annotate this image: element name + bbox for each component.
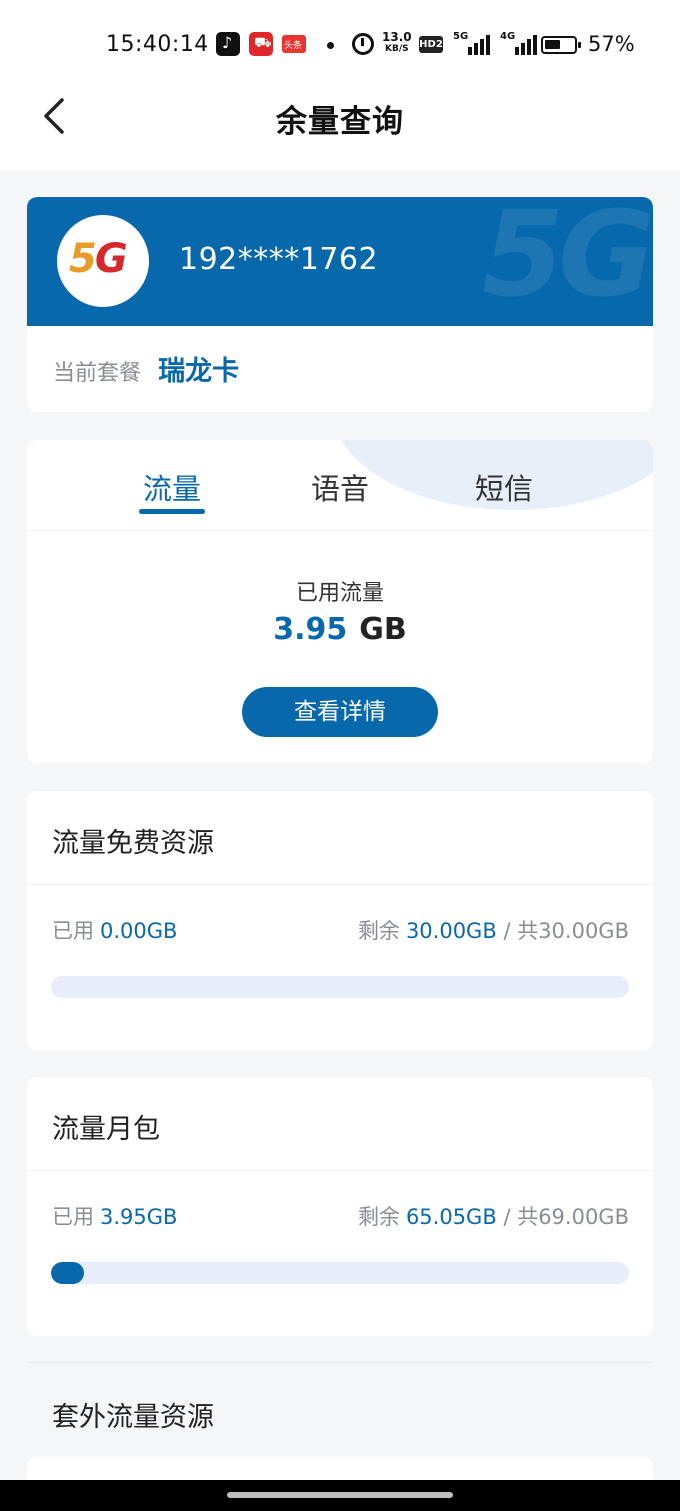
network-speed-unit: KB/S: [385, 44, 409, 54]
tab-sms[interactable]: 短信: [454, 466, 554, 508]
plan-name: 瑞龙卡: [158, 356, 240, 387]
plan-label: 当前套餐: [53, 361, 142, 386]
view-details-button[interactable]: 查看详情: [242, 687, 438, 737]
active-tab-indicator: [139, 509, 205, 514]
total-value: / 共69.00GB: [503, 1205, 629, 1229]
news-badge-text: 头条: [284, 41, 303, 51]
divider: [27, 884, 653, 885]
extra-data-section-title: 套外流量资源: [52, 1402, 214, 1433]
tab-voice[interactable]: 语音: [290, 466, 390, 508]
resource-remaining: 剩余 65.05GB / 共69.00GB: [358, 1201, 629, 1231]
5g-logo-icon: 5G: [57, 215, 149, 307]
logo-letter: G: [94, 236, 128, 282]
battery-icon: [541, 36, 581, 54]
used-data-value: 3.95 GB: [27, 612, 653, 647]
logo-digit: 5: [69, 236, 97, 282]
status-time: 15:40:14: [106, 32, 209, 57]
usage-progress-fill: [51, 1262, 84, 1284]
battery-percent: 57%: [588, 32, 635, 56]
used-label: 已用: [52, 919, 94, 943]
monthly-data-pack-card: 流量月包 已用 3.95GB 剩余 65.05GB / 共69.00GB: [27, 1077, 653, 1336]
tab-data[interactable]: 流量: [122, 466, 222, 508]
signal-5g-label: 5G: [453, 31, 469, 42]
account-card: 5G 5G 192****1762 当前套餐 瑞龙卡: [27, 197, 653, 412]
usage-progress-bar: [51, 976, 629, 998]
used-data-unit: GB: [359, 612, 407, 647]
resource-title: 流量月包: [52, 1114, 160, 1145]
used-data-label: 已用流量: [295, 581, 384, 606]
divider: [27, 1362, 653, 1363]
page-title: 余量查询: [276, 104, 404, 140]
network-speed-value: 13.0: [382, 30, 412, 44]
usage-card: 流量 语音 短信 已用流量 3.95 GB 查看详情: [27, 440, 653, 763]
signal-4g-icon: 4G: [500, 31, 537, 55]
remain-label: 剩余: [357, 1205, 400, 1229]
resource-remaining: 剩余 30.00GB / 共30.00GB: [358, 915, 629, 945]
battery-fill: [545, 40, 561, 49]
resource-used: 已用 3.95GB: [52, 1201, 177, 1231]
network-speed: 13.0 KB/S: [382, 31, 412, 55]
remain-value: 65.05GB: [405, 1205, 497, 1229]
resource-used: 已用 0.00GB: [52, 915, 177, 945]
plan-row: 当前套餐 瑞龙卡: [53, 349, 239, 388]
resource-title: 流量免费资源: [52, 828, 214, 859]
shopping-app-icon: [249, 32, 273, 56]
used-value: 3.95GB: [100, 1205, 178, 1229]
total-value: / 共30.00GB: [503, 919, 629, 943]
usage-progress-bar: [51, 1262, 629, 1284]
status-bar: 15:40:14 头条 13.0 KB/S HD2 5G 4G 57%: [0, 0, 680, 88]
notification-dot-icon: [327, 42, 334, 49]
alarm-icon: [352, 33, 374, 55]
phone-number: 192****1762: [179, 242, 379, 277]
home-indicator[interactable]: [227, 1492, 453, 1498]
used-value: 0.00GB: [100, 919, 178, 943]
signal-4g-label: 4G: [500, 31, 516, 42]
gesture-bar: [0, 1480, 680, 1511]
hd-voice-icon: HD2: [419, 36, 443, 53]
5g-watermark-icon: 5G: [482, 197, 653, 323]
remain-value: 30.00GB: [405, 919, 497, 943]
used-label: 已用: [52, 1205, 94, 1229]
signal-5g-icon: 5G: [453, 31, 490, 55]
divider: [27, 1170, 653, 1171]
tiktok-icon: [216, 32, 240, 56]
news-app-icon: 头条: [282, 35, 306, 53]
free-data-resource-card: 流量免费资源 已用 0.00GB 剩余 30.00GB / 共30.00GB: [27, 791, 653, 1050]
used-data-number: 3.95: [273, 612, 348, 647]
remain-label: 剩余: [357, 919, 400, 943]
account-header: 5G 5G 192****1762: [27, 197, 653, 326]
nav-bar: 余量查询: [0, 88, 680, 170]
usage-tabs: 流量 语音 短信: [27, 440, 653, 531]
